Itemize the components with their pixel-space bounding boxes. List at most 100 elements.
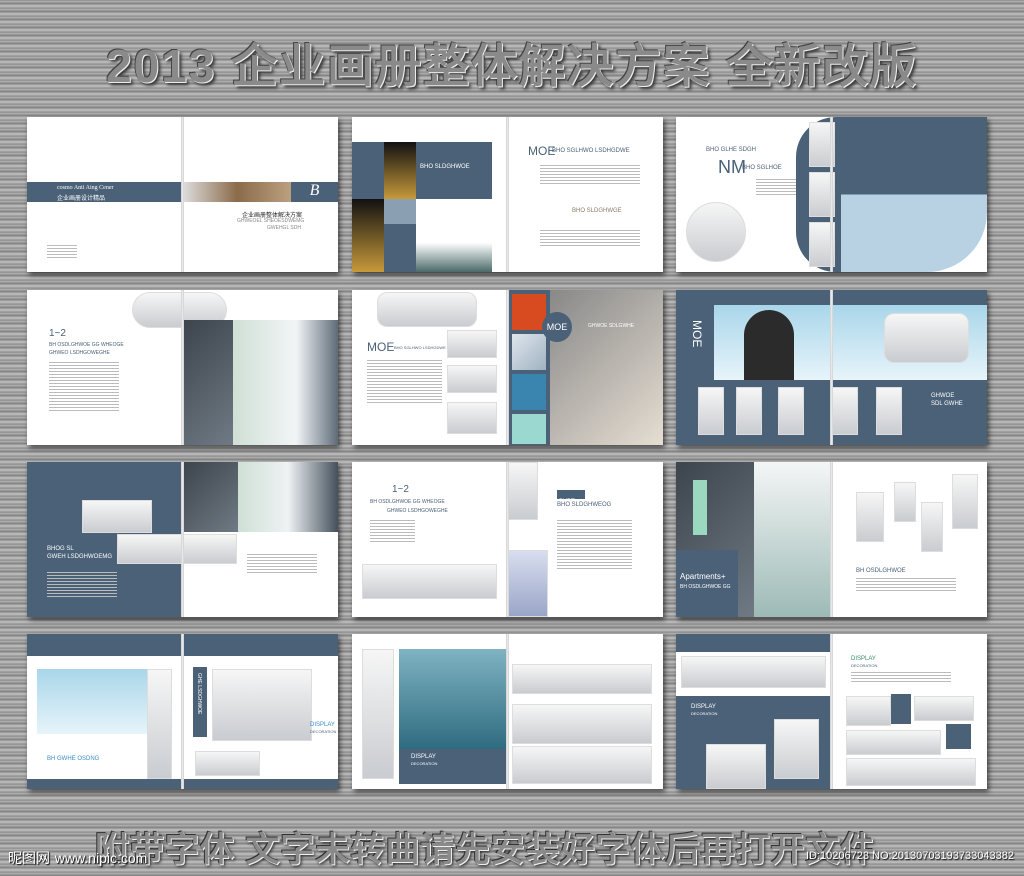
spread-cover: cosmo Anti Aing Cener 企业画册设计精品 B 企业画册整体解… [27,117,338,272]
product-row [362,564,497,599]
subheading: BH OSDLGHWOE GG [680,584,731,590]
product [809,222,835,267]
heading: BH OSDLGHWOE [856,568,906,574]
heading-big: MOE [367,340,395,354]
spread-7: BHOG SL GWEH LSDGHWOEMG [27,462,338,617]
watermark-logo: 昵图网 www.nipic.com [8,848,147,868]
spread-9: Apartments+ BH OSDLGHWOE GG BH OSDLGHWOE [676,462,987,617]
heading: BHOG SL [47,546,74,552]
subheading: SDL GWHE [931,401,963,407]
number: 1~2 [49,328,66,339]
heading: BH OSDLGHWOE GG WHEOGE [370,499,445,505]
vertical-heading: GHE LSDGHWOE [196,673,202,715]
product-row [512,664,652,694]
heading: GHWOE [931,393,955,399]
text-lines [557,520,632,570]
product [876,387,902,435]
product [914,696,974,721]
product [846,730,941,755]
block [352,142,384,199]
product [447,365,497,393]
heading: BHO GLHE SDGH [706,147,757,153]
subheading: BHO SLDGHWGE [572,208,622,214]
product [195,751,260,776]
product-column [362,649,394,779]
bottom-band [27,779,338,789]
spread-12: DISPLAY DECORATION DISPLAY DECORATION [676,634,987,789]
bathroom-photo [238,462,338,532]
number: 1~2 [392,484,409,495]
text-lines [851,672,951,682]
text-lines [856,578,956,592]
boiler-photo [377,292,477,327]
product [117,534,237,564]
heading2: BHO SLDGHWEOG [557,502,612,508]
subheading: GWEH LSDGHWOEMG [47,554,113,560]
product [809,122,835,167]
shower-photo [183,320,233,445]
banner-title: 2013 企业画册整体解决方案 全新改版 [106,40,918,92]
decoration-label: DECORATION [411,761,438,766]
decoration-label-2: DECORATION [851,663,878,668]
spread-4: 1~2 BH OSDLGHWOE GG WHEOGE GHWEO LSDHGOW… [27,290,338,445]
block [384,199,416,224]
product [774,719,819,779]
vertical-band: GHE LSDGHWOE [193,667,207,737]
bathroom-photo [183,462,238,532]
band-cn: 企业画册设计精品 [57,196,106,202]
heading: BHO SGLHWO LSDHGDWE [394,345,446,350]
circle-badge: MOE [542,312,572,342]
product [921,502,943,552]
band-text: cosmo Anti Aing Cener [57,185,114,191]
display-label: DISPLAY [691,704,716,710]
list-lines [756,179,796,195]
box: BHO SLDGHWOE [416,142,492,199]
product [736,387,762,435]
product [952,474,978,529]
model-photo [416,199,492,272]
text-lines [49,362,119,412]
product-row [512,704,652,744]
product [512,414,546,444]
footer-notice: 附带字体 文字未转曲请先安装好字体后再打开文件 [95,831,876,869]
block [384,224,416,272]
tag: GHWOE SDLGWHE [588,323,635,329]
watermark-url: www.nipic.com [54,850,148,866]
subheading: BHO SGLHOE [742,165,782,171]
cover-letter: B [291,182,338,202]
bathroom-photo [754,462,832,617]
spread-11: DISPLAY DECORATION [352,634,663,789]
model-photo [714,305,987,380]
heater [693,480,707,535]
top-band [27,634,338,656]
block [891,694,911,724]
logo-text: 昵图网 [8,850,50,866]
product-photo [352,199,384,272]
cover-sub2: GWEHGL SDH [267,225,301,231]
box-label: BHO SLDGHWOE [420,164,470,170]
product-grid [212,669,312,741]
product-row [681,656,826,688]
product [512,294,546,330]
heading: BHO SGLHWO LSDHGDWE [552,148,630,154]
subheading: GHWEO LSDHGOWEGHE [387,508,448,514]
cover-text-lines [47,245,77,259]
vertical-heading: MOE [690,320,704,348]
product [512,334,546,370]
subheading: GHWEO LSDHGOWEGHE [49,350,110,356]
text-lines [540,230,640,248]
display-label: DISPLAY [411,754,436,760]
cover-band: cosmo Anti Aing Cener 企业画册设计精品 [27,182,182,202]
label-box: Apartments+ BH OSDLGHWOE GG [676,550,738,617]
product [698,387,724,435]
tag-box: BVBT [557,490,585,505]
product [778,387,804,435]
product-strip [147,669,172,779]
decoration-label: DECORATION [691,711,718,716]
list-lines [370,520,415,542]
product [512,374,546,410]
text-lines [47,572,117,597]
product [447,330,497,358]
water-photo [399,649,507,749]
decoration-label: DECORATION [310,729,337,734]
